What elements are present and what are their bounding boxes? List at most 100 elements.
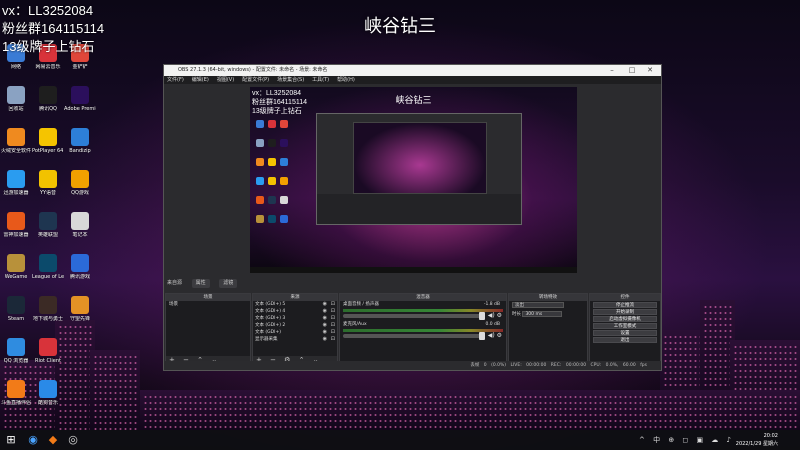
source-label: 文本 (GDI+) 3	[255, 316, 286, 321]
clock[interactable]: 20:02 2022/1/29 星期六	[736, 432, 778, 448]
desktop-icon[interactable]: League of Legends	[32, 254, 64, 280]
desktop-icon[interactable]: Adobe Premie...	[64, 86, 96, 112]
scene-tab-from-source[interactable]: 来自源	[167, 280, 182, 286]
desktop-icon-label: Steam	[7, 316, 25, 322]
preview-app-icon	[268, 215, 276, 223]
eye-icon[interactable]: ◉	[323, 308, 327, 315]
menu-item[interactable]: 配置文件(P)	[242, 77, 269, 83]
desktop-icon[interactable]: 英雄联盟	[32, 212, 64, 238]
lock-icon[interactable]: ⊡	[331, 329, 335, 336]
menu-item[interactable]: 编辑(E)	[192, 77, 209, 83]
desktop-icon[interactable]: QQ 浏览器	[0, 338, 32, 364]
preview-nested-obs	[316, 113, 522, 225]
source-item[interactable]: 文本 (GDI+) 2 ◉ ⊡	[253, 322, 337, 329]
desktop-icon[interactable]: Riot Client	[32, 338, 64, 364]
control-button[interactable]: 启动虚拟摄像机	[593, 316, 657, 322]
obs-taskbar-icon[interactable]: ◎	[66, 433, 80, 447]
desktop-icon-label: 地下城与勇士	[32, 316, 63, 322]
menu-item[interactable]: 帮助(H)	[337, 77, 355, 83]
app-icon	[71, 128, 89, 146]
control-button[interactable]: 停止推流	[593, 302, 657, 308]
control-button[interactable]: 工作室模式	[593, 323, 657, 329]
desktop-icon-label: Riot Client	[35, 358, 61, 364]
duration-label: 时长	[512, 312, 521, 317]
eye-icon[interactable]: ◉	[323, 329, 327, 336]
desktop-icon[interactable]: Steam	[0, 296, 32, 322]
desktop-icon[interactable]: QQ游戏	[64, 170, 96, 196]
source-item[interactable]: 显示器采集 ◉ ⊡	[253, 336, 337, 343]
desktop-icon[interactable]	[64, 338, 96, 358]
eye-icon[interactable]: ◉	[323, 322, 327, 329]
browser-icon[interactable]: ◉	[26, 433, 40, 447]
desktop-icon[interactable]: WeGame	[0, 254, 32, 280]
lock-icon[interactable]: ⊡	[331, 308, 335, 315]
desktop-icon[interactable]: PotPlayer 64 bit	[32, 128, 64, 154]
volume-slider[interactable]	[343, 332, 485, 340]
close-icon[interactable]: ✕	[641, 65, 659, 76]
mixer-db-value: 0.0 dB	[485, 322, 500, 327]
desktop-icon-label: PotPlayer 64 bit	[32, 148, 64, 154]
nested-docks	[317, 194, 521, 224]
preview-app-icon	[268, 120, 276, 128]
volume-slider[interactable]	[343, 312, 485, 320]
app-icon	[7, 170, 25, 188]
desktop-icon[interactable]: Bandizip	[64, 128, 96, 154]
windows-icon[interactable]: ⊞	[4, 433, 18, 447]
speaker-icon[interactable]: ◀) ⚙	[488, 312, 502, 319]
desktop-icon[interactable]: 迅游加速器	[0, 170, 32, 196]
eye-icon[interactable]: ◉	[323, 336, 327, 343]
source-item[interactable]: 文本 (GDI+) 5 ◉ ⊡	[253, 301, 337, 308]
clock-time: 20:02	[763, 433, 778, 439]
desktop-icon[interactable]: 雷神加速器	[0, 212, 32, 238]
scene-tab-filters[interactable]: 滤镜	[219, 279, 238, 288]
menu-item[interactable]: 视图(V)	[217, 77, 234, 83]
system-tray[interactable]: ^ 中 ⊕ ◻ ▣ ☁ ♪	[639, 435, 734, 445]
preview-app-icon	[256, 177, 264, 185]
obs-window[interactable]: OBS 27.1.3 (64-bit, windows) - 配置文件: 未命名…	[163, 64, 662, 371]
obs-preview[interactable]: vx：LL3252084 粉丝群164115114 13级牌子上钻石 峡谷钻三	[250, 87, 577, 273]
desktop-icon[interactable]: 回收站	[0, 86, 32, 112]
transitions-dock-title: 转场特效	[509, 294, 587, 301]
source-item[interactable]: 文本 (GDI+) 4 ◉ ⊡	[253, 308, 337, 315]
menu-item[interactable]: 场景集合(S)	[277, 77, 304, 83]
desktop-icon[interactable]: 地下城与勇士	[32, 296, 64, 322]
scene-item[interactable]: 场景	[166, 301, 250, 308]
desktop-icon[interactable]: YY语音	[32, 170, 64, 196]
desktop-icon-label: 火绒安全软件	[0, 148, 31, 154]
obs-titlebar[interactable]: OBS 27.1.3 (64-bit, windows) - 配置文件: 未命名…	[164, 65, 661, 76]
desktop-icon-label: 腾讯游戏	[69, 274, 90, 280]
app-icon	[39, 212, 57, 230]
source-item[interactable]: 文本 (GDI+) 3 ◉ ⊡	[253, 315, 337, 322]
maximize-icon[interactable]: □	[623, 65, 641, 76]
desktop-icon[interactable]: 斗鱼直播伴侣	[0, 380, 32, 406]
desktop-icon[interactable]: 火绒安全软件	[0, 128, 32, 154]
scenes-dock: 场景 场景 + − ⌃ ⌄	[165, 293, 251, 365]
controls-dock: 控件 停止推流 开始录制 启动虚拟摄像机 工作室模式 设置 退出	[589, 293, 661, 365]
desktop-icon[interactable]: 酷狗音乐	[32, 380, 64, 406]
scene-toolbar: 来自源 属性 滤镜	[164, 279, 661, 288]
desktop-icon[interactable]: 笔记本	[64, 212, 96, 238]
control-button[interactable]: 退出	[593, 337, 657, 343]
menu-item[interactable]: 文件(F)	[167, 77, 184, 83]
lock-icon[interactable]: ⊡	[331, 336, 335, 343]
control-button[interactable]: 设置	[593, 330, 657, 336]
eye-icon[interactable]: ◉	[323, 301, 327, 308]
duration-input[interactable]: 300 ms	[522, 310, 563, 317]
transition-type-select[interactable]: 淡出	[512, 301, 564, 308]
desktop-icon[interactable]: 守望先锋	[64, 296, 96, 322]
source-item[interactable]: 文本 (GDI+) ◉ ⊡	[253, 329, 337, 336]
app-icon	[39, 380, 57, 398]
lock-icon[interactable]: ⊡	[331, 315, 335, 322]
minimize-icon[interactable]: –	[603, 65, 621, 76]
douyu-icon[interactable]: ◆	[46, 433, 60, 447]
desktop-icon[interactable]: 腾讯QQ	[32, 86, 64, 112]
eye-icon[interactable]: ◉	[323, 315, 327, 322]
control-button[interactable]: 开始录制	[593, 309, 657, 315]
speaker-icon[interactable]: ◀) ⚙	[488, 332, 502, 339]
lock-icon[interactable]: ⊡	[331, 322, 335, 329]
preview-app-icon	[268, 177, 276, 185]
lock-icon[interactable]: ⊡	[331, 301, 335, 308]
desktop-icon[interactable]: 腾讯游戏	[64, 254, 96, 280]
scene-tab-properties[interactable]: 属性	[191, 279, 210, 288]
menu-item[interactable]: 工具(T)	[312, 77, 329, 83]
